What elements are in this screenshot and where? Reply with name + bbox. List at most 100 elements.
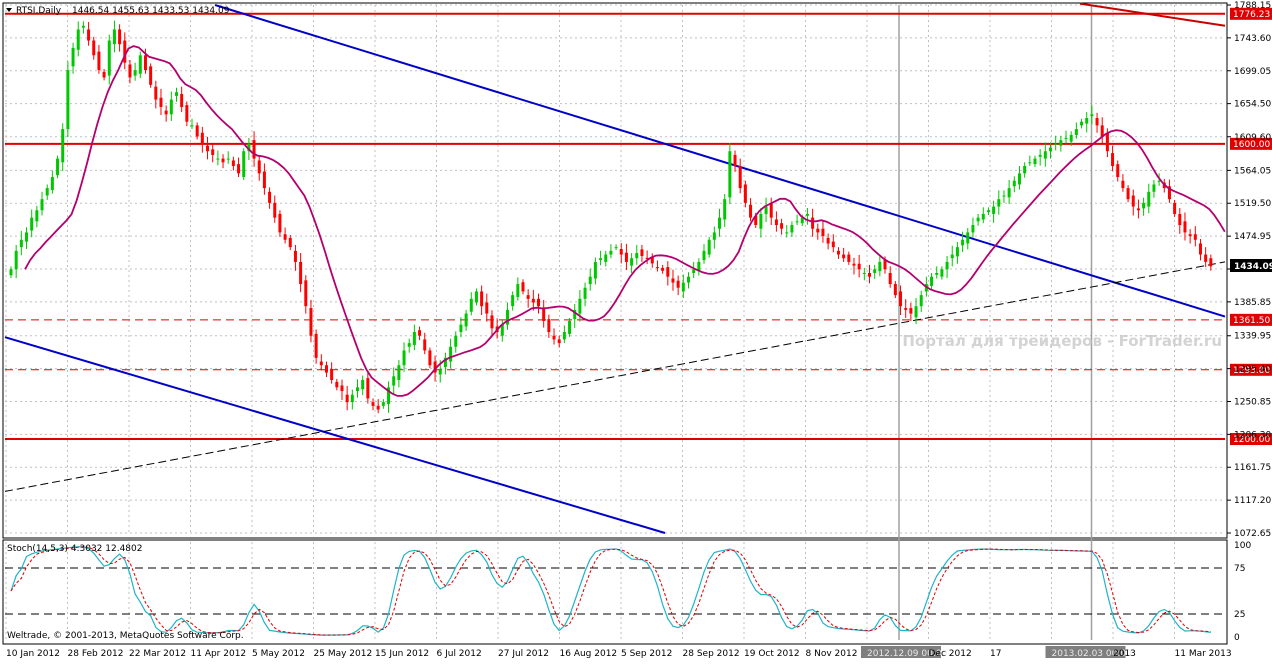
y-tick-label: 1609.60 [1234,133,1271,143]
candle-body [992,206,996,214]
candle-body [588,276,592,285]
x-tick-label: 28 Feb 2012 [68,649,124,659]
candle-body [454,335,458,347]
candle-body [712,232,716,240]
candle-body [216,158,220,160]
candle-body [542,308,546,321]
candle-body [428,350,432,366]
symbol-label: RTSI,Daily [16,6,62,16]
candle-body [862,272,866,274]
candle-body [102,71,106,78]
candle-body [309,308,313,336]
candle-body [1111,153,1115,166]
candle-body [619,249,623,255]
candle-body [852,263,856,266]
candle-body [252,140,256,159]
candle-body [676,280,680,288]
candle-body [671,278,675,283]
x-tick-label: 15 Jun 2012 [375,649,429,659]
candle-body [273,202,277,218]
candle-body [237,164,241,174]
candle-body [107,40,111,76]
candle-body [1080,121,1084,126]
candle-body [1033,158,1037,165]
candle-body [774,219,778,226]
candle-body [81,25,85,28]
candle-body [733,154,737,166]
candle-body [1069,134,1073,142]
candle-body [599,258,603,261]
candle-body [961,239,965,246]
stoch-level-label: 0 [1234,633,1240,643]
candle-body [66,70,70,130]
candle-body [624,252,628,262]
x-tick-label: 8 Nov 2012 [806,649,858,659]
candle-body [35,210,39,222]
candle-body [288,237,292,248]
candle-body [185,105,189,122]
candle-body [299,261,303,285]
candle-body [583,287,587,299]
candle-body [159,97,163,107]
candle-body [842,254,846,259]
x-tick-label: 2013 [1113,649,1136,659]
candle-body [547,319,551,333]
stoch-label: Stoch(14,5,3) 4.3032 12.4802 [7,544,142,554]
candle-body [1007,188,1011,198]
candle-body [423,339,427,351]
candle-body [738,165,742,189]
current-price-label: 1434.09 [1234,262,1272,272]
candle-body [867,272,871,277]
candle-body [899,291,903,307]
candle-body [1059,140,1063,146]
candle-body [1038,154,1042,157]
candle-body [702,250,706,261]
candle-body [464,313,468,327]
candle-body [56,158,60,176]
candle-body [526,295,530,299]
candle-body [143,55,147,71]
x-tick-label: 25 May 2012 [314,649,373,659]
y-tick-label: 1474.95 [1234,232,1271,242]
candle-body [826,237,830,244]
x-tick-label: 5 Sep 2012 [621,649,672,659]
candle-body [893,284,897,296]
candle-body [997,199,1001,207]
candle-body [366,378,370,399]
y-tick-label: 1654.50 [1234,100,1271,110]
candle-body [640,249,644,257]
candle-body [206,145,210,152]
stoch-panel-frame [2,539,1228,645]
candle-body [780,223,784,229]
candle-body [1017,173,1021,185]
candle-body [1173,202,1177,214]
candle-body [1193,234,1197,240]
candle-body [459,324,463,333]
candle-body [402,350,406,366]
candle-body [857,263,861,270]
y-tick-label: 1339.95 [1234,332,1271,342]
x-tick-label: 17 [990,649,1001,659]
candle-body [1012,180,1016,187]
y-tick-label: 1295.40 [1234,365,1271,375]
price-chart-svg[interactable]: 1776.231600.001361.501293.801200.00 1007… [0,0,1272,661]
candle-body [562,332,566,340]
x-tick-label: 11 Apr 2012 [191,649,247,659]
candle-body [795,221,799,223]
x-tick-label: 22 Mar 2012 [129,649,186,659]
candle-body [278,213,282,233]
candle-body [914,306,918,318]
x-tick-label: 11 Mar 2013 [1175,649,1232,659]
candle-body [262,171,266,189]
candle-body [226,158,230,160]
ohlc-values: 1446.54 1455.63 1433.53 1434.09 [72,6,230,16]
candle-body [831,241,835,248]
candle-body [578,298,582,314]
x-tick-label: 28 Sep 2012 [683,649,740,659]
time-axis: 10 Jan 2012 28 Feb 2012 22 Mar 2012 11 Apr … [6,646,1232,659]
candle-body [935,272,939,275]
level-label: 1361.50 [1233,316,1270,326]
candle-body [531,298,535,303]
candle-body [485,302,489,314]
candle-body [790,225,794,233]
